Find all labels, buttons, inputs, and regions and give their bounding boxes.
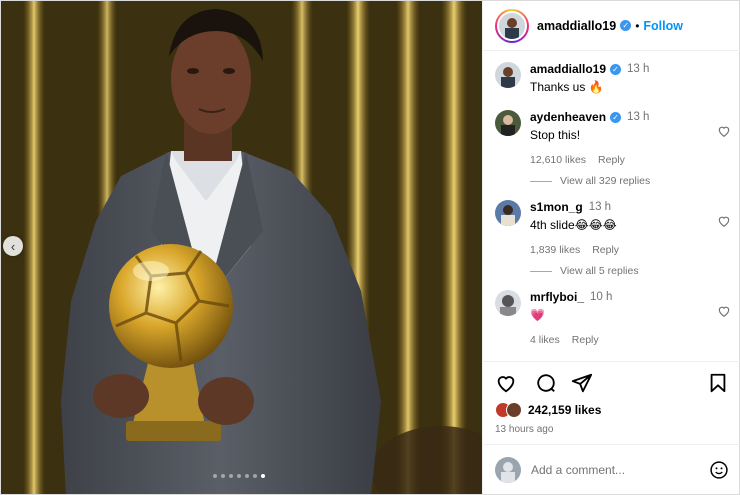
follow-button[interactable]: Follow: [643, 19, 683, 33]
share-icon[interactable]: [571, 372, 593, 394]
separator: •: [635, 18, 640, 33]
liker-avatars[interactable]: [495, 402, 522, 418]
comment-text: 4th slide😂😂😂: [530, 218, 617, 232]
comment-time: 10 h: [590, 291, 613, 303]
comment-icon[interactable]: [535, 372, 557, 394]
comment-likes[interactable]: 4 likes: [530, 334, 560, 346]
carousel-dot: [221, 474, 225, 478]
post-time-ago[interactable]: 13 hours ago: [495, 424, 729, 435]
comment-text: 💗: [530, 308, 545, 322]
carousel-dot: [229, 474, 233, 478]
commenter-username[interactable]: aydenheaven: [530, 110, 606, 124]
comment-input[interactable]: [531, 462, 709, 477]
comment-item: s1mon_g 13 h 4th slide😂😂😂 1,839 likes Re…: [495, 200, 735, 256]
caption: amaddiallo19 ✓ 13 h Thanks us 🔥: [495, 62, 735, 94]
comment-time: 13 h: [588, 201, 612, 213]
view-replies-label: View all 5 replies: [560, 265, 639, 277]
bookmark-icon[interactable]: [707, 372, 729, 394]
carousel-indicator: [213, 474, 265, 478]
comment-text: Stop this!: [530, 128, 581, 142]
heart-icon[interactable]: [495, 372, 517, 394]
reply-button[interactable]: Reply: [572, 334, 599, 346]
liker-avatar: [506, 402, 522, 418]
smiley-icon[interactable]: [709, 460, 729, 480]
carousel-dot: [213, 474, 217, 478]
commenter-username[interactable]: mrflyboi_: [530, 290, 584, 304]
verified-badge-icon: ✓: [610, 111, 622, 123]
comment-item: mrflyboi_ 10 h 💗 4 likes Reply: [495, 290, 735, 346]
author-avatar[interactable]: [495, 8, 529, 43]
post-header: amaddiallo19 ✓ • Follow: [483, 1, 740, 51]
caption-text: Thanks us 🔥: [530, 80, 604, 94]
comment-item: aydenheaven ✓ 13 h Stop this! 12,610 lik…: [495, 110, 735, 166]
heart-icon[interactable]: [717, 214, 731, 228]
caption-time: 13 h: [627, 63, 650, 75]
add-comment-bar: [483, 444, 740, 494]
post-media[interactable]: ‹: [1, 1, 482, 494]
author-username[interactable]: amaddiallo19: [537, 19, 616, 33]
comment-likes[interactable]: 1,839 likes: [530, 244, 580, 256]
carousel-dot: [261, 474, 265, 478]
reply-button[interactable]: Reply: [592, 244, 619, 256]
post-sidebar: amaddiallo19 ✓ • Follow amaddiallo19 ✓ 1…: [482, 1, 740, 494]
post-photo: [1, 1, 482, 494]
comment-likes[interactable]: 12,610 likes: [530, 154, 586, 166]
current-user-avatar: [495, 456, 521, 483]
post-actions: 242,159 likes 13 hours ago: [483, 361, 740, 435]
carousel-dot: [237, 474, 241, 478]
comment-time: 13 h: [627, 111, 650, 123]
reply-button[interactable]: Reply: [598, 154, 625, 166]
verified-badge-icon: ✓: [610, 63, 622, 75]
caption-username[interactable]: amaddiallo19: [530, 62, 606, 76]
chevron-left-icon: ‹: [10, 238, 16, 254]
verified-badge-icon: ✓: [620, 20, 632, 31]
view-replies-label: View all 329 replies: [560, 175, 651, 187]
view-replies-button[interactable]: View all 5 replies: [530, 265, 639, 277]
carousel-dot: [253, 474, 257, 478]
comments-list[interactable]: amaddiallo19 ✓ 13 h Thanks us 🔥 aydenhea…: [483, 52, 740, 361]
post-dialog: ‹ amaddiallo19 ✓ • Follow amaddiallo19 ✓…: [0, 0, 740, 495]
caption-avatar[interactable]: [495, 62, 521, 88]
heart-icon[interactable]: [717, 304, 731, 318]
commenter-avatar[interactable]: [495, 200, 521, 226]
previous-slide-button[interactable]: ‹: [3, 236, 23, 256]
commenter-avatar[interactable]: [495, 110, 521, 136]
commenter-avatar[interactable]: [495, 290, 521, 316]
carousel-dot: [245, 474, 249, 478]
heart-icon[interactable]: [717, 124, 731, 138]
commenter-username[interactable]: s1mon_g: [530, 200, 583, 214]
view-replies-button[interactable]: View all 329 replies: [530, 175, 650, 187]
likes-count[interactable]: 242,159 likes: [528, 403, 601, 417]
